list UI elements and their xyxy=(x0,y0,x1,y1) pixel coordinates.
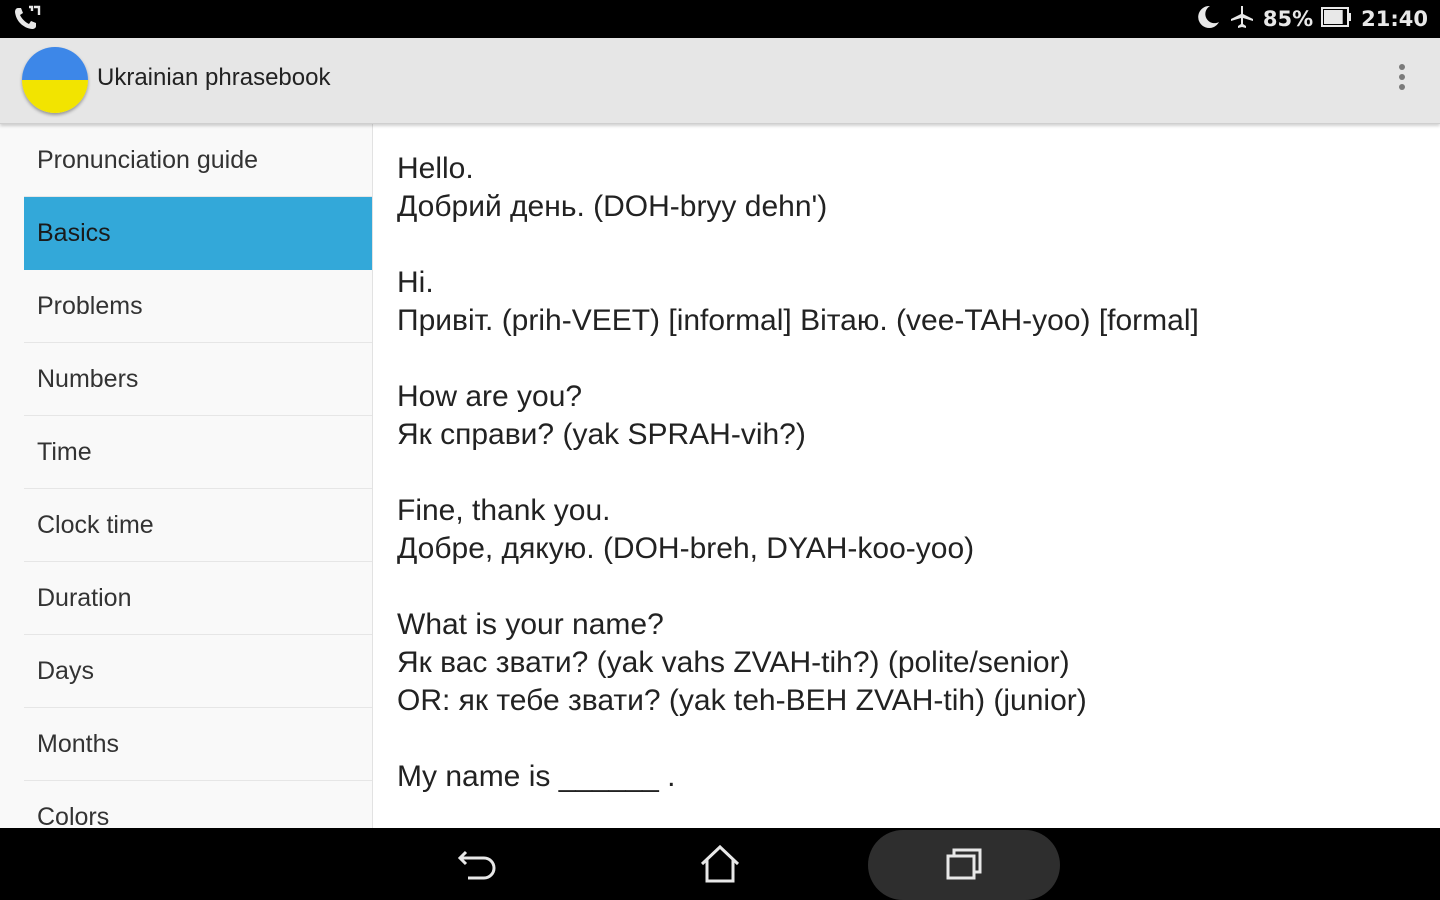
phrase-translation: OR: як тебе звати? (yak teh-BEH ZVAH-tih… xyxy=(397,684,1087,717)
sidebar-item-colors[interactable]: Colors xyxy=(24,781,372,829)
phrase-item: Hello. Добрий день. (DOH-bryy dehn') xyxy=(397,150,1407,226)
recent-apps-icon[interactable] xyxy=(914,836,1014,892)
sidebar-item-days[interactable]: Days xyxy=(24,635,372,708)
sidebar-item-pronunciation-guide[interactable]: Pronunciation guide xyxy=(24,124,372,197)
flag-blue-half xyxy=(22,47,88,80)
phrase-english: Fine, thank you. xyxy=(397,494,611,527)
sidebar-list: Pronunciation guide Basics Problems Numbers… xyxy=(24,124,372,828)
phrase-translation: Привіт. (prih-VEET) [informal] Вітаю. (v… xyxy=(397,304,1199,337)
sidebar-item-duration[interactable]: Duration xyxy=(24,562,372,635)
sidebar-item-label: Colors xyxy=(37,802,110,829)
battery-percent: 85% xyxy=(1262,7,1314,31)
phrase-english: Hello. xyxy=(397,152,474,185)
sidebar-item-basics[interactable]: Basics xyxy=(24,197,372,270)
sidebar-item-months[interactable]: Months xyxy=(24,708,372,781)
sidebar-item-label: Clock time xyxy=(37,510,154,539)
phrase-english: How are you? xyxy=(397,380,583,413)
sidebar-item-label: Duration xyxy=(37,583,132,612)
phrase-english: What is your name? xyxy=(397,608,664,641)
phrase-item: What is your name? Як вас звати? (yak vah… xyxy=(397,606,1407,720)
phrase-list: Hello. Добрий день. (DOH-bryy dehn') Hi. Пр… xyxy=(397,150,1407,834)
sidebar-item-clock-time[interactable]: Clock time xyxy=(24,489,372,562)
sidebar-item-label: Pronunciation guide xyxy=(37,145,258,174)
sidebar-item-label: Numbers xyxy=(37,364,139,393)
sidebar-item-label: Days xyxy=(37,656,94,685)
navigation-bar xyxy=(0,828,1440,900)
sidebar-item-problems[interactable]: Problems xyxy=(24,270,372,343)
phrase-item: How are you? Як справи? (yak SPRAH-vih?) xyxy=(397,378,1407,454)
sidebar-item-time[interactable]: Time xyxy=(24,416,372,489)
action-bar: Ukrainian phrasebook xyxy=(0,38,1440,124)
sidebar-item-label: Time xyxy=(37,437,92,466)
phrase-item: Fine, thank you. Добре, дякую. (DOH-breh,… xyxy=(397,492,1407,568)
phrase-translation: Добре, дякую. (DOH-breh, DYAH-koo-yoo) xyxy=(397,532,975,565)
battery-icon xyxy=(1321,6,1353,33)
sidebar: Pronunciation guide Basics Problems Numbers… xyxy=(0,124,373,828)
clock-time: 21:40 xyxy=(1361,7,1428,31)
phrase-item: Hi. Привіт. (prih-VEET) [informal] Вітаю.… xyxy=(397,264,1407,340)
airplane-icon xyxy=(1229,4,1255,35)
ukraine-flag-logo[interactable] xyxy=(22,47,88,113)
phone-signal-icon xyxy=(12,5,42,37)
sidebar-item-label: Basics xyxy=(37,219,111,247)
back-icon[interactable] xyxy=(428,836,528,892)
phrase-translation: Як справи? (yak SPRAH-vih?) xyxy=(397,418,806,451)
sidebar-item-numbers[interactable]: Numbers xyxy=(24,343,372,416)
main-content: Pronunciation guide Basics Problems Numbers… xyxy=(0,124,1440,828)
phrase-english: My name is ______ . xyxy=(397,760,676,793)
moon-icon xyxy=(1195,4,1221,35)
overflow-menu-icon[interactable] xyxy=(1394,60,1410,100)
status-bar: 85% 21:40 xyxy=(0,0,1440,38)
sidebar-item-label: Months xyxy=(37,729,119,758)
sidebar-item-label: Problems xyxy=(37,291,143,320)
phrase-english: Hi. xyxy=(397,266,434,299)
flag-yellow-half xyxy=(22,80,88,113)
home-icon[interactable] xyxy=(670,836,770,892)
phrase-translation: Добрий день. (DOH-bryy dehn') xyxy=(397,190,828,223)
phrase-item: My name is ______ . xyxy=(397,758,1407,796)
phrase-translation: Як вас звати? (yak vahs ZVAH-tih?) (poli… xyxy=(397,646,1070,679)
app-title: Ukrainian phrasebook xyxy=(97,64,331,91)
